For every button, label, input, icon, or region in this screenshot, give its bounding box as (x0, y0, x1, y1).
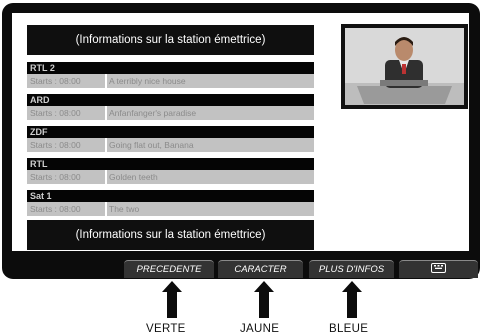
yellow-key-label: JAUNE (240, 323, 280, 335)
presenter-image (345, 28, 464, 105)
channel-entry[interactable]: Sat 1 Starts : 08:00 The two (27, 190, 314, 216)
more-info-button[interactable]: PLUS D'INFOS (309, 260, 394, 278)
tv-frame: (Informations sur la station émettrice) … (2, 3, 480, 279)
row-divider (105, 138, 107, 152)
epg-screen: (Informations sur la station émettrice) … (12, 13, 469, 251)
video-preview (341, 24, 468, 109)
row-divider (105, 74, 107, 88)
programme-title: Golden teeth (109, 172, 158, 182)
programme-title: The two (109, 204, 140, 214)
programme-row: Starts : 08:00 The two (27, 202, 314, 216)
yellow-key-arrow-icon (254, 281, 274, 318)
row-divider (105, 170, 107, 184)
blue-key-label: BLEUE (329, 323, 369, 335)
previous-button[interactable]: PRECEDENTE (124, 260, 214, 278)
programme-start-time: Starts : 08:00 (30, 108, 81, 118)
channel-entry[interactable]: RTL Starts : 08:00 Golden teeth (27, 158, 314, 184)
programme-title: A terribly nice house (109, 76, 186, 86)
channel-entry[interactable]: ZDF Starts : 08:00 Going flat out, Banan… (27, 126, 314, 152)
channel-name: ARD (27, 94, 314, 106)
station-info-bottom: (Informations sur la station émettrice) (27, 220, 314, 250)
programme-start-time: Starts : 08:00 (30, 204, 81, 214)
character-button[interactable]: CARACTER (218, 260, 303, 278)
programme-start-time: Starts : 08:00 (30, 140, 81, 150)
programme-row: Starts : 08:00 A terribly nice house (27, 74, 314, 88)
programme-start-time: Starts : 08:00 (30, 76, 81, 86)
programme-title: Going flat out, Banana (109, 140, 194, 150)
channel-name: Sat 1 (27, 190, 314, 202)
blue-key-arrow-icon (342, 281, 362, 318)
channel-name: RTL 2 (27, 62, 314, 74)
programme-title: Anfanfanger's paradise (109, 108, 197, 118)
row-divider (105, 106, 107, 120)
green-key-label: VERTE (146, 323, 186, 335)
programme-row: Starts : 08:00 Going flat out, Banana (27, 138, 314, 152)
channel-name: RTL (27, 158, 314, 170)
row-divider (105, 202, 107, 216)
channel-entry[interactable]: RTL 2 Starts : 08:00 A terribly nice hou… (27, 62, 314, 88)
green-key-arrow-icon (162, 281, 182, 318)
station-info-top: (Informations sur la station émettrice) (27, 25, 314, 55)
channel-name: ZDF (27, 126, 314, 138)
programme-start-time: Starts : 08:00 (30, 172, 81, 182)
keyboard-button[interactable] (399, 260, 478, 278)
channel-entry[interactable]: ARD Starts : 08:00 Anfanfanger's paradis… (27, 94, 314, 120)
programme-row: Starts : 08:00 Anfanfanger's paradise (27, 106, 314, 120)
programme-row: Starts : 08:00 Golden teeth (27, 170, 314, 184)
keyboard-icon (431, 263, 446, 274)
